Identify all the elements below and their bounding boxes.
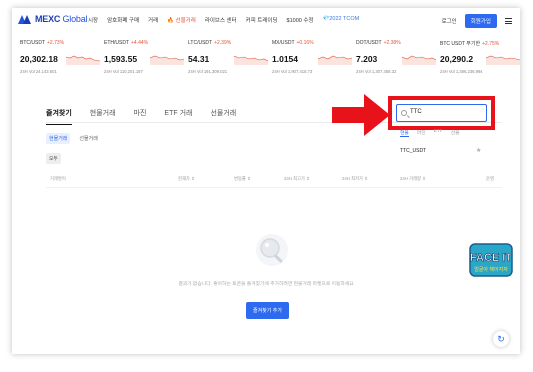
header-actions: 로그인 회원가입 xyxy=(442,14,512,28)
ticker-price: 20,302.18 xyxy=(20,54,58,64)
search-tab-spot[interactable]: 현물 xyxy=(400,129,409,137)
ticker-card[interactable]: DOT/USDT +2.38% 7.203 24H Vol 1,307,458.3… xyxy=(356,38,440,82)
column-header-pair[interactable]: 거래쌍이 xyxy=(50,176,66,182)
ticker-change: +4.44% xyxy=(131,40,149,46)
ticker-pair: DOT/USDT xyxy=(356,40,382,46)
ticker-volume: 24H Vol 24,143.601 xyxy=(20,69,57,74)
search-icon xyxy=(401,110,407,116)
ticker-card[interactable]: ETH/USDT +4.44% 1,593.55 24H Vol 110,201.… xyxy=(104,38,188,82)
ticker-change: +0.16% xyxy=(296,40,314,46)
hamburger-menu-icon[interactable] xyxy=(505,18,512,24)
mexc-logo-icon xyxy=(18,14,32,24)
ticker-volume: 24H Vol 110,201.187 xyxy=(104,69,143,74)
signup-button[interactable]: 회원가입 xyxy=(464,14,497,28)
search-result-item[interactable]: TTC_USDT xyxy=(400,148,426,154)
ticker-price: 7.203 xyxy=(356,54,378,64)
sparkline-chart xyxy=(486,55,520,65)
sparkline-chart xyxy=(402,55,436,65)
logo-name-bold: MEXC xyxy=(35,14,61,24)
ticker-pair: ETH/USDT xyxy=(104,40,129,46)
empty-message: 결과가 없습니다. 좋아하는 토큰을 즐겨찾기에 추가하려면 현물거래 마켓으로… xyxy=(178,282,354,287)
search-input[interactable]: TTC xyxy=(396,104,487,122)
table-header: 거래쌍이 현재가 ⇕ 변동률 ⇕ 24H 최고가 ⇕ 24H 최저가 ⇕ 24H… xyxy=(46,176,502,186)
ticker-pair: BTC/USDT xyxy=(20,40,45,46)
empty-state-magnifier-icon xyxy=(256,234,288,266)
ticker-volume: 24H Vol 1,307,458.32 xyxy=(356,69,397,74)
filter-all-chip[interactable]: 모두 xyxy=(46,153,61,164)
subtab-futures[interactable]: 선물거래 xyxy=(76,133,100,144)
nav-item-buy-crypto[interactable]: 암호화폐 구매 xyxy=(107,16,139,24)
ticker-pair: BTC USDT 무기한 xyxy=(440,41,481,47)
ticker-volume: 24H Vol 191,309.021 xyxy=(188,69,228,74)
ticker-pair: LTC/USDT xyxy=(188,40,213,46)
ticker-change: +2.73% xyxy=(47,40,65,46)
search-dropdown-tabs: 현물 마진 ETF 선물 xyxy=(400,129,460,137)
subtab-spot[interactable]: 현물거래 xyxy=(46,133,71,144)
search-tab-etf[interactable]: ETF xyxy=(434,129,443,137)
ticker-card[interactable]: MX/USDT +0.16% 1.0154 24H Vol 1,907,418.7… xyxy=(272,38,356,82)
search-tab-margin[interactable]: 마진 xyxy=(417,129,426,137)
sub-tabs: 현물거래 선물거래 xyxy=(46,133,101,144)
ticker-card[interactable]: BTC USDT 무기한 +2.75% 20,290.2 24H Vol 1,38… xyxy=(440,38,520,82)
sparkline-chart xyxy=(150,55,184,65)
column-header-low[interactable]: 24H 최저가 ⇕ xyxy=(342,176,368,182)
add-favorites-button[interactable]: 즐겨찾기 추가 xyxy=(246,302,289,319)
logo-name-light: Global xyxy=(60,14,88,24)
favorite-star-icon[interactable]: ★ xyxy=(476,147,481,154)
badge-title: FACE IT xyxy=(470,252,512,264)
nav-item-copy-trading[interactable]: 커피 트레이딩 xyxy=(246,16,278,24)
search-tab-futures[interactable]: 선물 xyxy=(451,129,460,137)
ticker-change: +2.75% xyxy=(482,41,500,47)
nav-item-2022-tcom[interactable]: 💎2022 TCOM xyxy=(323,16,360,24)
column-header-action: 운영 xyxy=(486,176,494,181)
ticker-bar: BTC/USDT +2.73% 20,302.18 24H Vol 24,143.… xyxy=(12,38,520,82)
red-arrow-icon xyxy=(332,94,390,136)
sparkline-chart xyxy=(318,55,352,65)
ticker-volume: 24H Vol 1,907,418.73 xyxy=(272,69,313,74)
column-header-price[interactable]: 현재가 ⇕ xyxy=(178,176,195,182)
ticker-price: 54.31 xyxy=(188,54,210,64)
badge-subtitle: 얼굴아 헤어지자 xyxy=(474,266,508,273)
main-nav: 시장 암호화폐 구매 거래 🔥 선물거래 라이브스 센터 커피 트레이딩 $10… xyxy=(88,16,359,24)
ticker-card[interactable]: LTC/USDT +2.39% 54.31 24H Vol 191,309.021 xyxy=(188,38,272,82)
nav-item-futures[interactable]: 🔥 선물거래 xyxy=(167,16,196,24)
ticker-volume: 24H Vol 1,386,236,994 xyxy=(440,69,483,74)
nav-item-1000[interactable]: $1000 수정 xyxy=(287,16,314,24)
face-it-badge[interactable]: FACE IT 얼굴아 헤어지자 xyxy=(468,242,514,278)
sparkline-chart xyxy=(66,55,100,65)
ticker-change: +2.39% xyxy=(214,40,232,46)
header-divider xyxy=(46,187,502,188)
column-header-change[interactable]: 변동률 ⇕ xyxy=(234,176,251,182)
ticker-price: 1.0154 xyxy=(272,54,298,64)
top-header: MEXC Global 시장 암호화폐 구매 거래 🔥 선물거래 라이브스 센터… xyxy=(12,8,520,32)
nav-item-live-center[interactable]: 라이브스 센터 xyxy=(205,16,237,24)
sparkline-chart xyxy=(234,55,268,65)
search-input-value: TTC xyxy=(410,109,422,115)
browser-page: MEXC Global 시장 암호화폐 구매 거래 🔥 선물거래 라이브스 센터… xyxy=(12,8,520,354)
ticker-price: 20,290.2 xyxy=(440,54,474,64)
ticker-change: +2.38% xyxy=(383,40,401,46)
nav-item-trade[interactable]: 거래 xyxy=(148,16,158,24)
support-chat-icon[interactable]: ↻ xyxy=(493,331,509,347)
ticker-pair: MX/USDT xyxy=(272,40,295,46)
login-link[interactable]: 로그인 xyxy=(442,17,457,25)
ticker-card[interactable]: BTC/USDT +2.73% 20,302.18 24H Vol 24,143.… xyxy=(20,38,104,82)
column-header-high[interactable]: 24H 최고가 ⇕ xyxy=(284,176,310,182)
nav-item-market[interactable]: 시장 xyxy=(88,16,98,24)
ticker-price: 1,593.55 xyxy=(104,54,138,64)
column-header-volume[interactable]: 24H 거래량 ⇕ xyxy=(400,176,426,182)
mexc-logo[interactable]: MEXC Global xyxy=(18,14,88,24)
